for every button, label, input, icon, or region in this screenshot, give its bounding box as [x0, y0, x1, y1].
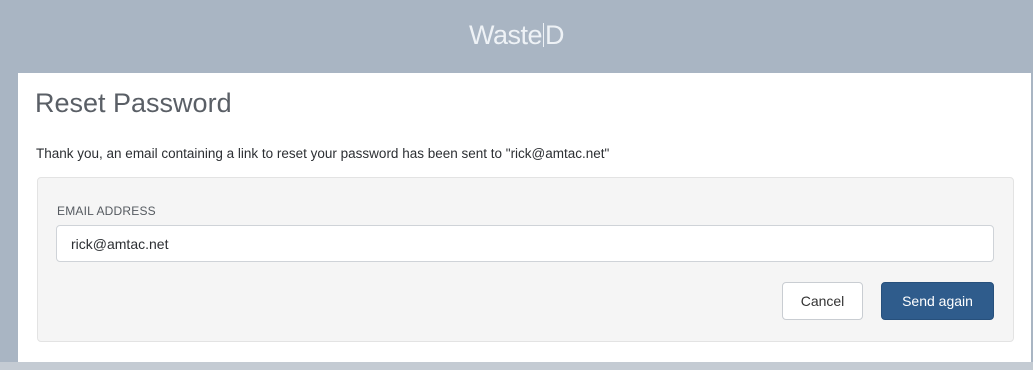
reset-form: EMAIL ADDRESS Cancel Send again	[37, 177, 1014, 342]
email-input[interactable]	[56, 225, 994, 262]
email-label: EMAIL ADDRESS	[57, 204, 156, 218]
brand-text-start: Waste	[468, 20, 543, 50]
page: Waste D Reset Password Thank you, an emai…	[0, 0, 1033, 370]
send-again-button[interactable]: Send again	[881, 282, 994, 320]
reset-password-card: Reset Password Thank you, an email conta…	[18, 73, 1031, 362]
page-title: Reset Password	[35, 88, 232, 118]
confirmation-message: Thank you, an email containing a link to…	[36, 146, 610, 161]
cancel-button[interactable]: Cancel	[782, 282, 863, 320]
page-bottom-edge	[0, 362, 1033, 370]
brand-text-end: D	[545, 20, 565, 50]
brand-bar: Waste D	[0, 0, 1033, 73]
page-left-edge	[0, 73, 3, 370]
brand-cursor-mark	[543, 23, 544, 47]
brand-logo: Waste D	[468, 20, 565, 50]
